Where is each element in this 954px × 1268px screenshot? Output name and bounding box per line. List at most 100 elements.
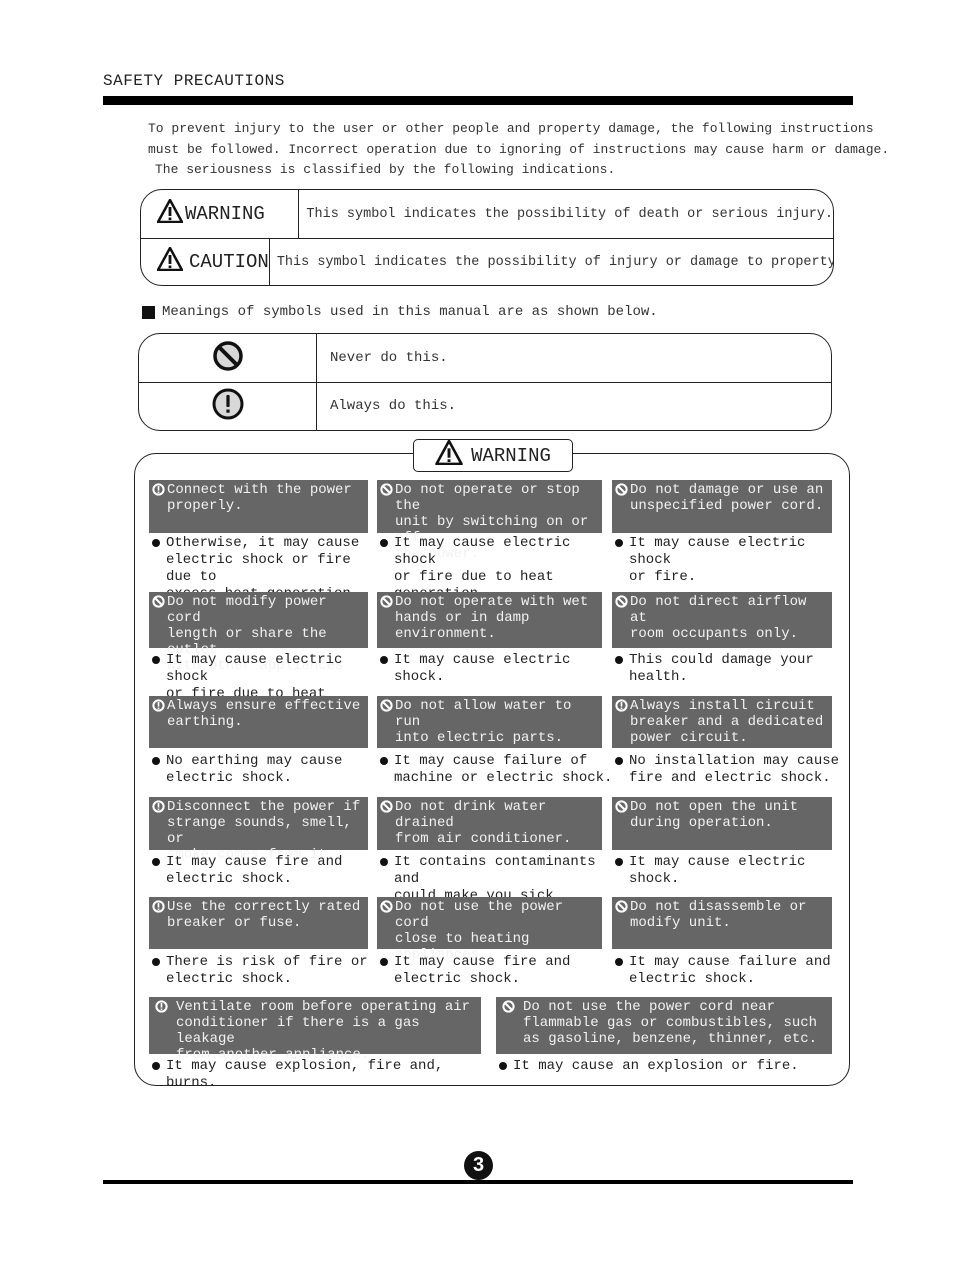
consequence-text: It may cause failure of machine or elect… — [394, 753, 613, 786]
warning-card-instruction: Do not operate with wet hands or in damp… — [377, 592, 602, 648]
warning-card-consequence: This could damage your health. — [611, 652, 843, 686]
bullet-icon — [152, 958, 160, 966]
warning-triangle-icon — [156, 198, 184, 229]
warning-card-instruction: Do not disassemble or modify unit. — [612, 897, 832, 949]
bullet-icon — [499, 1062, 507, 1070]
warning-card-instruction: Do not operate or stop the unit by switc… — [377, 480, 602, 562]
signal-label: WARNING — [185, 203, 265, 225]
consequence-text: It may cause fire and electric shock. — [166, 854, 343, 887]
symbol-cell — [139, 382, 317, 430]
bullet-icon — [152, 656, 160, 664]
consequence-text: This could damage your health. — [629, 652, 814, 685]
warning-card-instruction: Do not allow water to run into electric … — [377, 696, 602, 748]
prohibited-icon — [380, 483, 393, 533]
warning-section-title: WARNING — [413, 439, 573, 472]
warning-card-instruction: Do not use the power cord near flammable… — [496, 997, 832, 1054]
symbols-table: Never do this. Always do this. — [138, 333, 832, 431]
instruction-text: Do not drink water drained from air cond… — [395, 799, 572, 847]
prohibited-icon — [380, 800, 393, 850]
warning-card-instruction: Do not damage or use an unspecified powe… — [612, 480, 832, 533]
instruction-text: Do not direct airflow at room occupants … — [630, 594, 807, 642]
bullet-icon — [615, 539, 623, 547]
signal-label-cell: WARNING — [141, 190, 300, 238]
page-number: 3 — [464, 1151, 493, 1180]
bullet-icon — [380, 958, 388, 966]
intro-line: must be followed. Incorrect operation du… — [148, 141, 890, 157]
warning-card-consequence: It may cause electric shock or fire. — [611, 535, 843, 586]
instruction-text: Ventilate room before operating air cond… — [176, 999, 471, 1063]
instruction-text: Do not allow water to run into electric … — [395, 698, 572, 746]
warning-card-consequence: No earthing may cause electric shock. — [148, 753, 379, 787]
warning-card-consequence: No installation may cause fire and elect… — [611, 753, 843, 787]
consequence-text: No installation may cause fire and elect… — [629, 753, 840, 786]
warning-card-consequence: It may cause failure and electric shock. — [611, 954, 843, 988]
symbol-meaning: Always do this. — [330, 398, 457, 414]
warning-card-instruction: Do not drink water drained from air cond… — [377, 797, 602, 850]
warning-card-consequence: It may cause fire and electric shock. — [148, 854, 379, 888]
symbol-cell — [139, 334, 317, 382]
instruction-text: Do not use the power cord near flammable… — [523, 999, 818, 1047]
instruction-text: Always install circuit breaker and a ded… — [630, 698, 824, 746]
mandatory-icon — [152, 900, 165, 949]
signal-description: This symbol indicates the possibility of… — [306, 206, 833, 222]
bullet-icon — [615, 858, 623, 866]
warning-card-consequence: There is risk of fire or electric shock. — [148, 954, 379, 988]
symbol-row-always: Always do this. — [139, 382, 831, 430]
warning-triangle-icon — [435, 439, 463, 471]
signal-description: This symbol indicates the possibility of… — [276, 254, 834, 270]
warning-card-instruction: Do not modify power cord length or share… — [149, 592, 368, 674]
instruction-text: Do not open the unit during operation. — [630, 799, 799, 831]
mandatory-icon — [211, 387, 245, 426]
prohibited-icon — [380, 595, 393, 648]
warning-triangle-icon — [156, 246, 184, 277]
bullet-icon — [380, 858, 388, 866]
signal-row-caution: CAUTION This symbol indicates the possib… — [141, 238, 834, 285]
instruction-text: Do not modify power cord length or share… — [167, 594, 344, 674]
bullet-icon — [152, 757, 160, 765]
prohibited-icon — [212, 340, 244, 377]
intro-line: The seriousness is classified by the fol… — [155, 162, 616, 177]
warning-title-text: WARNING — [471, 444, 551, 467]
intro-paragraph: To prevent injury to the user or other p… — [148, 119, 890, 181]
bullet-icon — [152, 858, 160, 866]
consequence-text: It may cause electric shock or fire. — [629, 535, 806, 585]
instruction-text: Use the correctly rated breaker or fuse. — [167, 899, 361, 931]
warning-card-instruction: Use the correctly rated breaker or fuse. — [149, 897, 368, 949]
bullet-icon — [615, 656, 623, 664]
header-rule — [103, 96, 853, 105]
consequence-text: It may cause explosion, fire and, burns. — [166, 1058, 452, 1091]
instruction-text: Do not disassemble or modify unit. — [630, 899, 807, 931]
consequence-text: It may cause an explosion or fire. — [513, 1058, 799, 1074]
warning-card-instruction: Connect with the power properly. — [149, 480, 368, 533]
symbol-meaning: Never do this. — [330, 350, 448, 366]
warning-card-instruction: Always ensure effective earthing. — [149, 696, 368, 748]
consequence-text: It may cause failure and electric shock. — [629, 954, 831, 987]
signal-label-cell: CAUTION — [141, 238, 270, 285]
bullet-icon — [380, 757, 388, 765]
page-section-title: SAFETY PRECAUTIONS — [103, 72, 285, 90]
warning-card-consequence: It may cause electric shock. — [611, 854, 843, 888]
warning-card-instruction: Do not direct airflow at room occupants … — [612, 592, 832, 648]
warning-card-instruction: Do not use the power cord close to heati… — [377, 897, 602, 963]
warning-card-instruction: Ventilate room before operating air cond… — [149, 997, 481, 1063]
mandatory-icon — [152, 699, 165, 748]
prohibited-icon — [615, 595, 628, 648]
warning-card-instruction: Always install circuit breaker and a ded… — [612, 696, 832, 748]
bullet-icon — [615, 757, 623, 765]
prohibited-icon — [502, 1000, 515, 1054]
bullet-icon — [152, 539, 160, 547]
warning-card-consequence: It may cause explosion, fire and, burns. — [148, 1058, 492, 1092]
symbols-section-text: Meanings of symbols used in this manual … — [162, 304, 658, 320]
bullet-icon — [615, 958, 623, 966]
footer-rule — [103, 1180, 853, 1184]
warning-card-instruction: Do not open the unit during operation. — [612, 797, 832, 850]
instruction-text: Do not operate or stop the unit by switc… — [395, 482, 589, 562]
prohibited-icon — [380, 900, 393, 949]
signal-word-table: WARNING This symbol indicates the possib… — [140, 189, 834, 286]
instruction-text: Do not operate with wet hands or in damp… — [395, 594, 589, 642]
square-bullet-icon — [142, 305, 155, 319]
mandatory-icon — [155, 1000, 168, 1054]
signal-row-warning: WARNING This symbol indicates the possib… — [141, 190, 833, 239]
warning-card-consequence: It may cause electric shock. — [376, 652, 613, 686]
instruction-text: Do not use the power cord close to heati… — [395, 899, 564, 963]
